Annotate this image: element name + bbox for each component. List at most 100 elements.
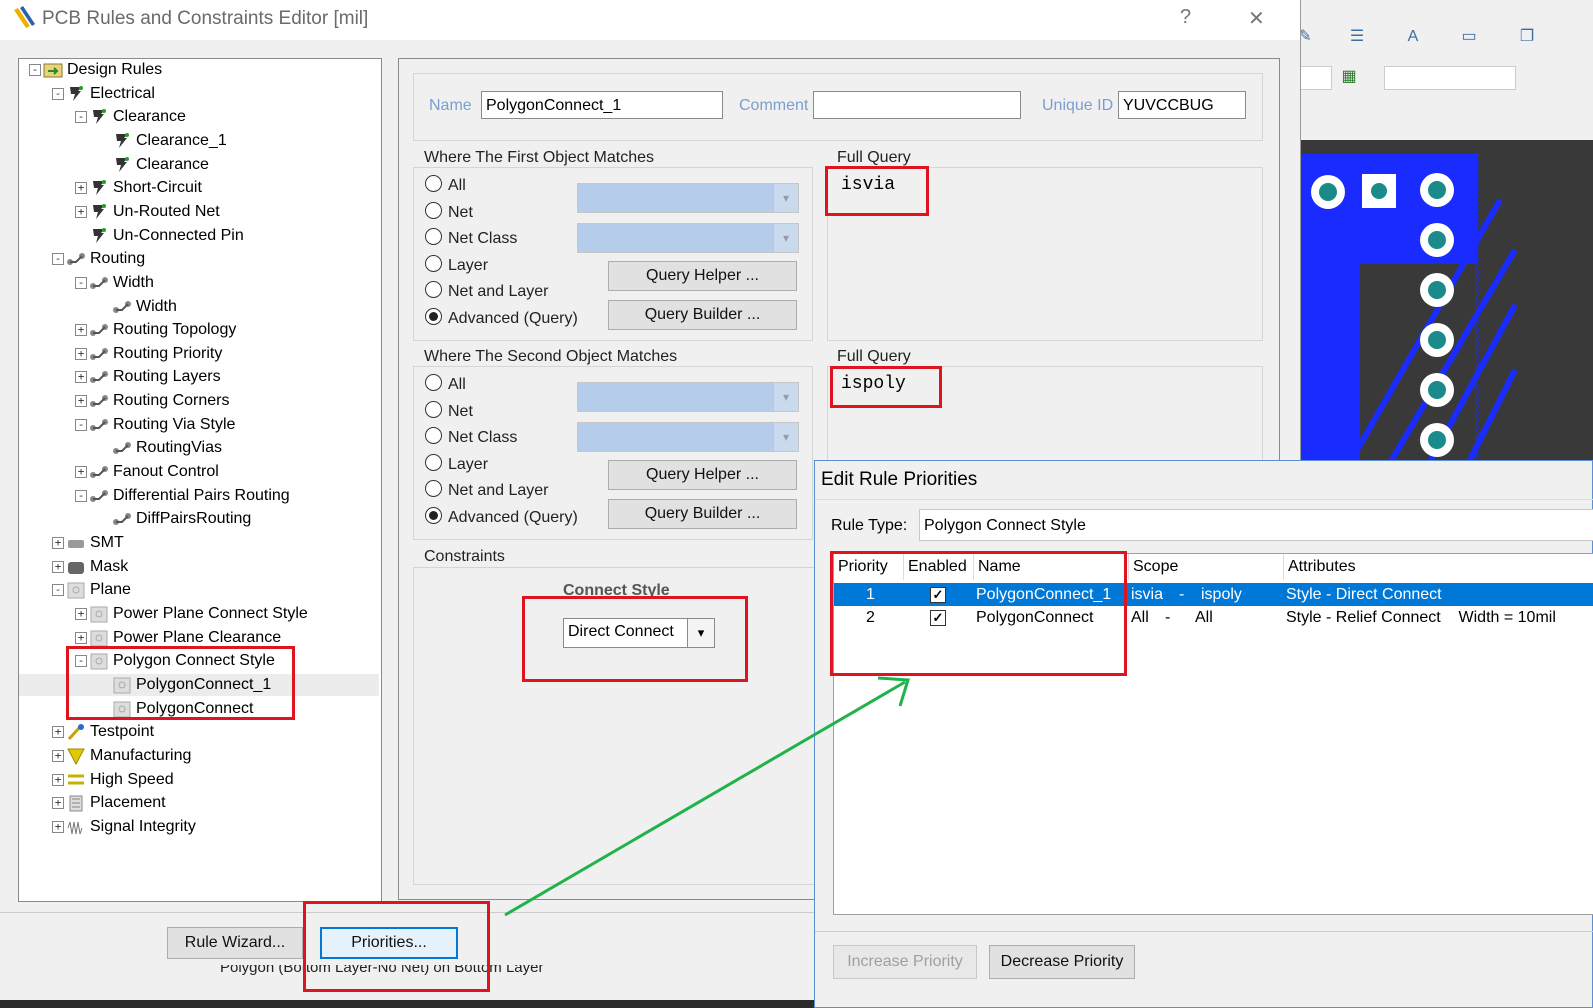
align-icon[interactable]: ☰ xyxy=(1344,26,1370,48)
rule-type-field[interactable]: Polygon Connect Style xyxy=(919,509,1593,541)
collapse-icon[interactable]: - xyxy=(52,87,64,100)
name-input[interactable]: PolygonConnect_1 xyxy=(481,91,723,119)
second-query-helper-button[interactable]: Query Helper ... xyxy=(608,460,797,490)
first-query-builder-button[interactable]: Query Builder ... xyxy=(608,300,797,330)
radio-icon[interactable] xyxy=(425,374,442,391)
radio-icon[interactable] xyxy=(425,308,442,325)
expand-icon[interactable]: + xyxy=(52,749,64,762)
tree-item[interactable]: + Routing Layers xyxy=(19,366,379,388)
board-icon[interactable]: ▦ xyxy=(1336,66,1362,88)
increase-priority-button[interactable]: Increase Priority xyxy=(833,945,977,979)
col-attributes[interactable]: Attributes xyxy=(1284,554,1593,580)
expand-icon[interactable]: + xyxy=(75,182,87,195)
expand-icon[interactable]: + xyxy=(75,631,87,644)
radio-icon[interactable] xyxy=(425,400,442,418)
radio-icon[interactable] xyxy=(425,281,442,299)
tree-item[interactable]: + Placement xyxy=(19,792,379,814)
collapse-icon[interactable]: - xyxy=(29,64,41,76)
radio-icon[interactable] xyxy=(425,507,442,524)
ruler-icon[interactable]: ▭ xyxy=(1456,26,1482,48)
tree-item[interactable]: - Clearance xyxy=(19,106,379,128)
tree-item[interactable]: + Routing Topology xyxy=(19,319,379,341)
col-scope[interactable]: Scope xyxy=(1129,554,1284,580)
tree-item[interactable]: + Un-Routed Net xyxy=(19,201,379,223)
second-radio-option[interactable]: All xyxy=(425,374,466,396)
tree-item[interactable]: Un-Connected Pin xyxy=(19,225,379,247)
expand-icon[interactable]: + xyxy=(52,820,64,833)
radio-icon[interactable] xyxy=(425,175,442,192)
decrease-priority-button[interactable]: Decrease Priority xyxy=(989,945,1135,979)
layer-dropdown[interactable] xyxy=(1384,66,1516,90)
tree-item[interactable]: + Short-Circuit xyxy=(19,177,379,199)
tree-item[interactable]: Width xyxy=(19,296,379,318)
collapse-icon[interactable]: - xyxy=(75,418,87,431)
collapse-icon[interactable]: - xyxy=(75,276,87,289)
collapse-icon[interactable]: - xyxy=(52,584,64,597)
tree-item[interactable]: - Plane xyxy=(19,579,379,601)
tree-item[interactable]: Clearance xyxy=(19,154,379,176)
tree-item[interactable]: + Power Plane Connect Style xyxy=(19,603,379,625)
tree-item[interactable]: - Electrical xyxy=(19,83,379,105)
second-radio-option[interactable]: Net and Layer xyxy=(425,480,549,502)
close-button[interactable]: ✕ xyxy=(1248,6,1265,31)
first-radio-option[interactable]: All xyxy=(425,175,466,197)
tree-item[interactable]: - Routing xyxy=(19,248,379,270)
second-radio-option[interactable]: Net Class xyxy=(425,427,517,449)
expand-icon[interactable]: + xyxy=(52,773,64,786)
tree-item[interactable]: + Signal Integrity xyxy=(19,816,379,838)
tree-item[interactable]: RoutingVias xyxy=(19,437,379,459)
tree-item[interactable]: + Routing Priority xyxy=(19,343,379,365)
tree-item[interactable]: + Testpoint xyxy=(19,721,379,743)
expand-icon[interactable]: + xyxy=(75,205,87,218)
first-radio-option[interactable]: Advanced (Query) xyxy=(425,308,578,330)
rule-wizard-button[interactable]: Rule Wizard... xyxy=(167,927,303,959)
collapse-icon[interactable]: - xyxy=(75,111,87,124)
title-bar[interactable]: PCB Rules and Constraints Editor [mil] ?… xyxy=(0,0,1300,40)
second-radio-option[interactable]: Advanced (Query) xyxy=(425,507,578,529)
tree-item[interactable]: - Design Rules xyxy=(19,59,379,81)
comment-input[interactable] xyxy=(813,91,1021,119)
first-query-helper-button[interactable]: Query Helper ... xyxy=(608,261,797,291)
second-radio-option[interactable]: Layer xyxy=(425,453,488,476)
help-button[interactable]: ? xyxy=(1180,6,1191,29)
expand-icon[interactable]: + xyxy=(75,347,87,360)
expand-icon[interactable]: + xyxy=(52,726,64,739)
tree-item[interactable]: DiffPairsRouting xyxy=(19,508,379,530)
radio-icon[interactable] xyxy=(425,453,442,471)
radio-icon[interactable] xyxy=(425,201,442,219)
second-query-builder-button[interactable]: Query Builder ... xyxy=(608,499,797,529)
tree-item[interactable]: - Width xyxy=(19,272,379,294)
collapse-icon[interactable]: - xyxy=(75,489,87,502)
expand-icon[interactable]: + xyxy=(75,466,87,479)
radio-icon[interactable] xyxy=(425,480,442,498)
expand-icon[interactable]: + xyxy=(52,537,64,549)
collapse-icon[interactable]: - xyxy=(52,253,64,266)
tree-item[interactable]: + Manufacturing xyxy=(19,745,379,767)
pcb-canvas[interactable] xyxy=(1300,140,1593,480)
window-icon[interactable]: ❐ xyxy=(1514,26,1540,48)
second-radio-option[interactable]: Net xyxy=(425,400,473,423)
tree-item[interactable]: + Mask xyxy=(19,556,379,578)
expand-icon[interactable]: + xyxy=(75,324,87,337)
tree-item[interactable]: + Fanout Control xyxy=(19,461,379,483)
tree-item[interactable]: + SMT xyxy=(19,532,379,554)
first-radio-option[interactable]: Net Class xyxy=(425,228,517,250)
first-radio-option[interactable]: Net and Layer xyxy=(425,281,549,303)
design-rules-tree[interactable]: - Design Rules - Electrical - Clearance Cleara… xyxy=(18,58,382,902)
toolbar-dropdown[interactable] xyxy=(1300,66,1332,90)
tree-item[interactable]: + Routing Corners xyxy=(19,390,379,412)
radio-icon[interactable] xyxy=(425,254,442,272)
expand-icon[interactable]: + xyxy=(52,560,64,573)
radio-icon[interactable] xyxy=(425,427,442,445)
expand-icon[interactable]: + xyxy=(75,395,87,408)
text-icon[interactable]: A xyxy=(1400,26,1426,48)
tree-item[interactable]: - Differential Pairs Routing xyxy=(19,485,379,507)
radio-icon[interactable] xyxy=(425,228,442,246)
expand-icon[interactable]: + xyxy=(75,371,87,384)
tree-item[interactable]: + High Speed xyxy=(19,769,379,791)
first-radio-option[interactable]: Net xyxy=(425,201,473,224)
tree-item[interactable]: - Routing Via Style xyxy=(19,414,379,436)
first-radio-option[interactable]: Layer xyxy=(425,254,488,277)
expand-icon[interactable]: + xyxy=(52,797,64,810)
unique-id-input[interactable]: YUVCCBUG xyxy=(1118,91,1246,119)
